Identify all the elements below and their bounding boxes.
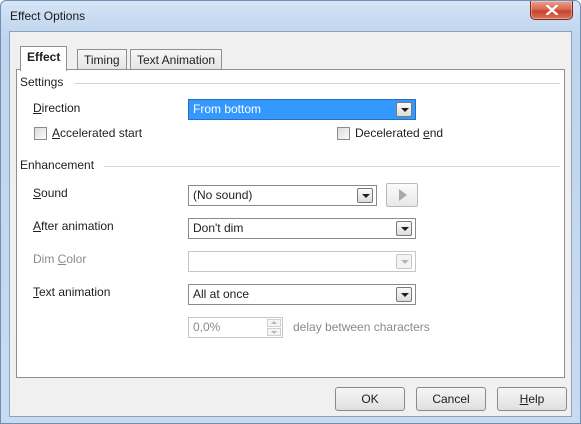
accelerated-start-label: Accelerated start	[52, 126, 143, 140]
sound-dropdown[interactable]: (No sound)	[188, 185, 377, 206]
ok-label: OK	[361, 392, 379, 406]
tab-panel-effect: Settings Direction From bottom Accelerat…	[16, 69, 565, 378]
close-button[interactable]	[530, 1, 573, 20]
ok-button[interactable]: OK	[335, 387, 405, 411]
direction-dropdown[interactable]: From bottom	[188, 99, 416, 120]
dropdown-arrow-icon[interactable]	[357, 188, 373, 203]
dim-color-label: Dim Color	[33, 252, 87, 266]
tab-label: Timing	[84, 53, 120, 67]
text-animation-dropdown[interactable]: All at once	[188, 284, 416, 305]
delay-spin-field[interactable]: 0,0%	[188, 317, 283, 338]
cancel-label: Cancel	[432, 392, 470, 406]
after-animation-value: Don't dim	[193, 221, 244, 235]
dropdown-arrow-icon[interactable]	[396, 287, 412, 302]
direction-value: From bottom	[193, 102, 262, 116]
tab-label: Text Animation	[137, 53, 216, 67]
after-animation-label: After animation	[33, 219, 114, 233]
help-label: Help	[519, 392, 545, 406]
dim-color-dropdown[interactable]	[188, 251, 416, 272]
direction-label: Direction	[33, 101, 81, 115]
help-button[interactable]: Help	[497, 387, 567, 411]
accelerated-start-checkbox[interactable]	[34, 127, 47, 140]
text-animation-value: All at once	[193, 287, 250, 301]
text-animation-label: Text animation	[33, 285, 111, 299]
sound-label: Sound	[33, 186, 68, 200]
after-animation-dropdown[interactable]: Don't dim	[188, 218, 416, 239]
enhancement-separator	[104, 166, 560, 167]
enhancement-group-label: Enhancement	[20, 158, 95, 172]
settings-separator	[74, 83, 560, 84]
play-sound-button[interactable]	[386, 183, 418, 207]
tab-effect[interactable]: Effect	[20, 46, 68, 71]
delay-suffix-label: delay between characters	[293, 320, 430, 334]
dropdown-arrow-icon[interactable]	[396, 102, 412, 117]
spin-up-icon[interactable]	[267, 319, 281, 327]
delay-spin-buttons	[267, 319, 281, 336]
tab-timing[interactable]: Timing	[77, 49, 127, 71]
tab-label: Effect	[27, 50, 61, 64]
tab-text-animation[interactable]: Text Animation	[130, 49, 223, 71]
window-title: Effect Options	[10, 9, 86, 23]
settings-group-label: Settings	[20, 75, 64, 89]
dropdown-arrow-icon[interactable]	[396, 254, 412, 269]
close-icon	[546, 5, 558, 15]
title-bar[interactable]: Effect Options	[1, 1, 580, 31]
delay-value: 0,0%	[193, 320, 221, 334]
dropdown-arrow-icon[interactable]	[396, 221, 412, 236]
sound-value: (No sound)	[193, 188, 253, 202]
decelerated-end-checkbox[interactable]	[337, 127, 350, 140]
dialog-client-area: Effect Timing Text Animation Settings Di…	[9, 31, 572, 417]
spin-down-icon[interactable]	[267, 328, 281, 336]
cancel-button[interactable]: Cancel	[416, 387, 486, 411]
effect-options-dialog: Effect Options Effect Timing Text Animat…	[0, 0, 581, 424]
decelerated-end-label: Decelerated end	[355, 126, 444, 140]
